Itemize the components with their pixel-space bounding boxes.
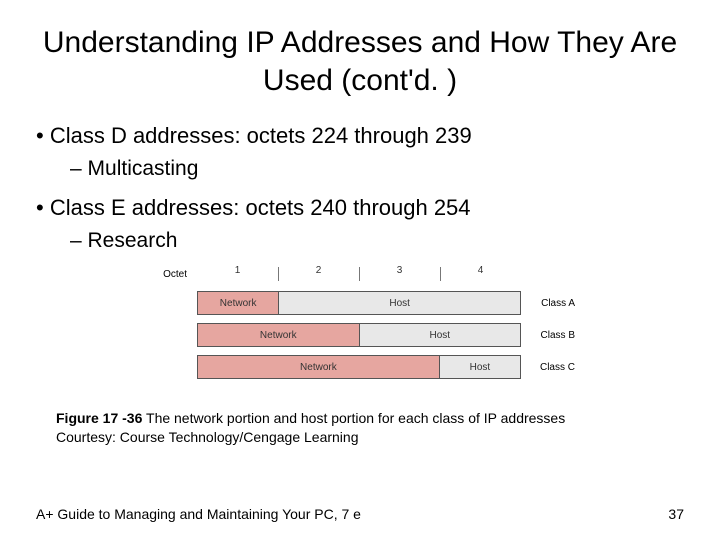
octet-1: 1 xyxy=(197,265,278,283)
slide-footer: A+ Guide to Managing and Maintaining You… xyxy=(36,506,684,522)
class-c-row: Network Host Class C xyxy=(145,355,575,379)
class-a-host: Host xyxy=(279,292,520,314)
octet-4: 4 xyxy=(440,265,521,283)
octet-2: 2 xyxy=(278,265,359,283)
bullet-class-d: Class D addresses: octets 224 through 23… xyxy=(36,121,684,151)
class-c-label: Class C xyxy=(521,355,575,379)
bullet-research: Research xyxy=(70,227,684,255)
class-b-row: Network Host Class B xyxy=(145,323,575,347)
figure-caption: Figure 17 -36 The network portion and ho… xyxy=(36,409,684,447)
figure-number: Figure 17 -36 xyxy=(56,410,142,426)
class-c-network: Network xyxy=(198,356,440,378)
octet-3: 3 xyxy=(359,265,440,283)
octet-numbers: 1 2 3 4 xyxy=(197,265,521,283)
figure-credit: Courtesy: Course Technology/Cengage Lear… xyxy=(56,429,359,445)
bullet-class-e: Class E addresses: octets 240 through 25… xyxy=(36,193,684,223)
slide-title: Understanding IP Addresses and How They … xyxy=(36,24,684,99)
octet-header-row: Octet 1 2 3 4 xyxy=(145,265,575,283)
class-a-network: Network xyxy=(198,292,279,314)
class-a-row: Network Host Class A xyxy=(145,291,575,315)
class-b-label: Class B xyxy=(521,323,575,347)
octet-label: Octet xyxy=(145,269,197,280)
class-b-network: Network xyxy=(198,324,360,346)
bullet-list: Class D addresses: octets 224 through 23… xyxy=(36,121,684,255)
page-number: 37 xyxy=(668,506,684,522)
class-a-label: Class A xyxy=(521,291,575,315)
slide: Understanding IP Addresses and How They … xyxy=(0,0,720,540)
class-b-host: Host xyxy=(360,324,521,346)
class-c-host: Host xyxy=(440,356,520,378)
footer-source: A+ Guide to Managing and Maintaining You… xyxy=(36,506,361,522)
figure-caption-text: The network portion and host portion for… xyxy=(142,410,565,426)
bullet-multicasting: Multicasting xyxy=(70,155,684,183)
ip-class-figure: Octet 1 2 3 4 Network Host Class A xyxy=(145,265,575,379)
